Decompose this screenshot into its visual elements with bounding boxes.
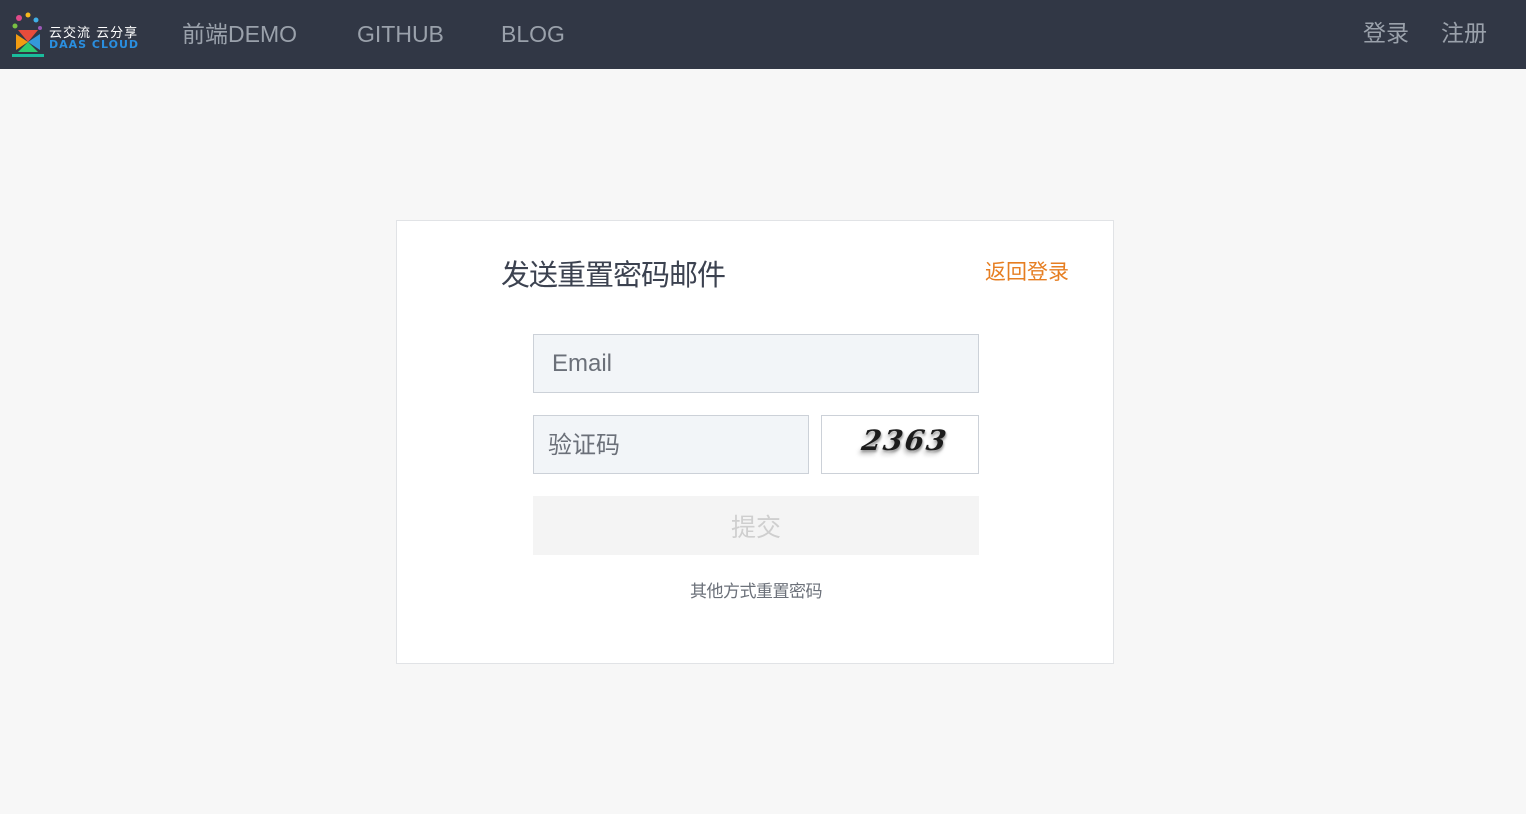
nav-link-github[interactable]: GITHUB: [357, 0, 444, 69]
back-to-login-link[interactable]: 返回登录: [985, 256, 1069, 286]
captcha-input[interactable]: [533, 415, 809, 474]
logo-mark-icon: [12, 12, 44, 57]
nav-link-blog[interactable]: BLOG: [501, 0, 565, 69]
captcha-image[interactable]: 2363: [821, 415, 979, 474]
login-link[interactable]: 登录: [1363, 0, 1409, 69]
email-input[interactable]: [533, 334, 979, 393]
captcha-code: 2363: [859, 424, 951, 457]
other-reset-methods-link[interactable]: 其他方式重置密码: [533, 577, 979, 602]
register-link[interactable]: 注册: [1441, 0, 1487, 69]
nav-link-frontend-demo[interactable]: 前端DEMO: [182, 0, 297, 69]
logo-brand-text: DAAS CLOUD: [49, 38, 140, 51]
top-navbar: 云交流 云分享 DAAS CLOUD 前端DEMO GITHUB BLOG 登录…: [0, 0, 1526, 69]
reset-password-panel: 发送重置密码邮件 返回登录 2363 提交 其他方式重置密码: [396, 220, 1114, 664]
site-logo[interactable]: 云交流 云分享 DAAS CLOUD: [10, 10, 155, 60]
submit-button[interactable]: 提交: [533, 496, 979, 555]
page-title: 发送重置密码邮件: [501, 258, 726, 292]
